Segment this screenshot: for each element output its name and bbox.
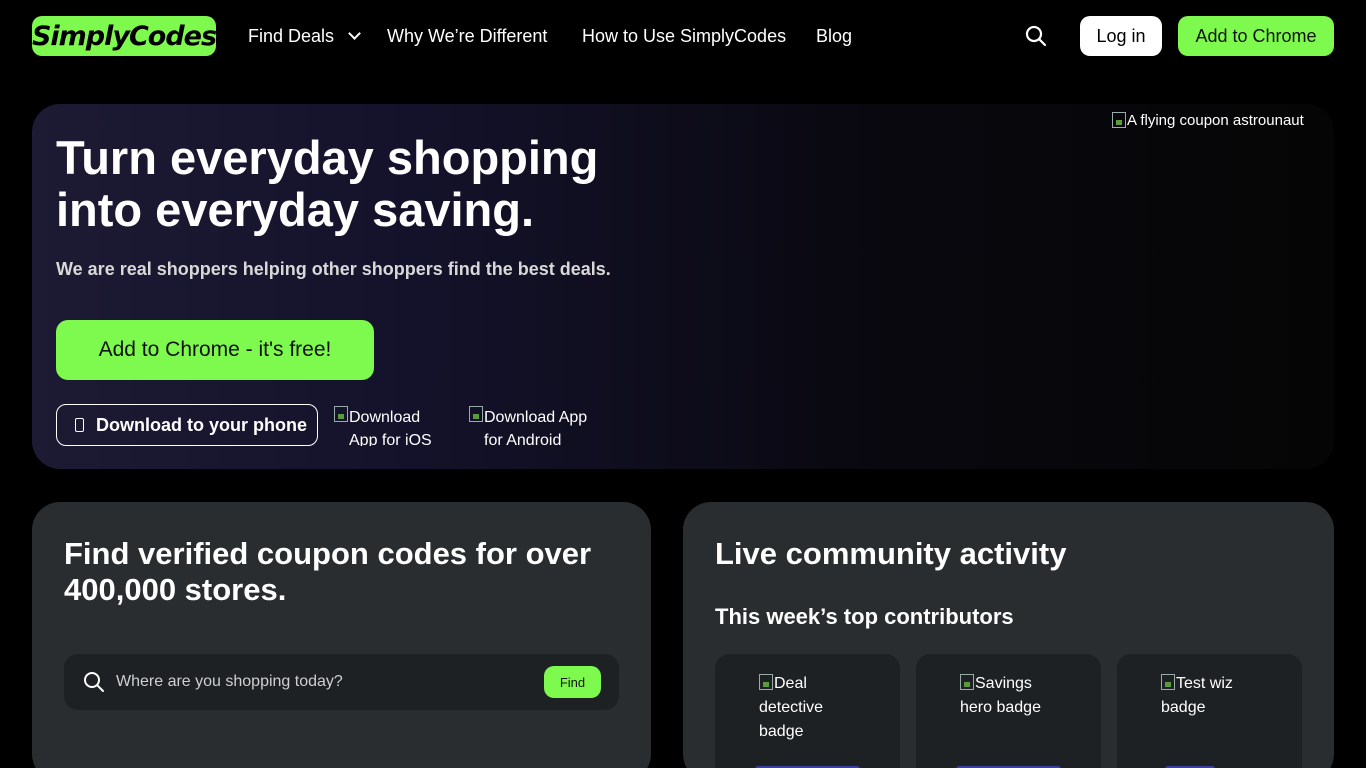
community-card-title: Live community activity [715,536,1067,571]
hero-section: Turn everyday shopping into everyday sav… [32,104,1334,469]
blog-link[interactable]: Blog [816,24,852,48]
broken-image-icon [1161,674,1175,690]
store-search-box: Find [64,654,619,710]
ios-broken-image-icon [334,406,348,422]
find-deals-label: Find Deals [248,26,335,46]
coupon-search-card: Find verified coupon codes for over 400,… [32,502,651,768]
astronaut-alt-text: A flying coupon astrounaut [1127,112,1304,129]
hero-title: Turn everyday shopping into everyday sav… [56,131,599,236]
android-play-store-link[interactable]: Download App for Android [469,406,599,446]
store-search-input[interactable] [116,654,536,710]
chevron-down-icon [348,27,361,40]
savings-hero-badge: Savings hero badge [960,672,1060,720]
astronaut-broken-image-icon [1112,112,1126,128]
add-to-chrome-button[interactable]: Add to Chrome [1178,16,1334,56]
ios-alt-text: Download App for iOS [349,409,432,446]
astronaut-image: A flying coupon astrounaut [1112,112,1304,129]
contributor-card[interactable]: Savings hero badge [916,654,1101,768]
android-broken-image-icon [469,406,483,422]
search-icon[interactable] [1024,24,1048,48]
phone-icon [75,418,84,432]
android-alt-text: Download App for Android [484,409,588,446]
find-button[interactable]: Find [544,666,601,698]
add-to-chrome-free-button[interactable]: Add to Chrome - it's free! [56,320,374,380]
top-navigation: SimplyCodes Find Deals Why We’re Differe… [0,0,1366,72]
download-to-phone-label: Download to your phone [96,414,307,435]
how-to-use-link[interactable]: How to Use SimplyCodes [582,24,786,48]
search-icon [82,670,106,694]
contributor-card[interactable]: Deal detective badge [715,654,900,768]
why-different-link[interactable]: Why We’re Different [387,24,547,48]
hero-subtitle: We are real shoppers helping other shopp… [56,259,611,279]
broken-image-icon [960,674,974,690]
coupon-card-title: Find verified coupon codes for over 400,… [64,536,592,607]
test-wiz-badge: Test wiz badge [1161,672,1261,720]
top-contributors-heading: This week’s top contributors [715,604,1014,629]
find-deals-menu[interactable]: Find Deals [248,24,361,48]
broken-image-icon [759,674,773,690]
download-to-phone-button[interactable]: Download to your phone [56,404,318,446]
simplycodes-logo[interactable]: SimplyCodes [32,16,217,56]
contributor-card[interactable]: Test wiz badge [1117,654,1302,768]
login-button[interactable]: Log in [1080,16,1162,56]
deal-detective-badge: Deal detective badge [759,672,859,744]
community-activity-card: Live community activity This week’s top … [683,502,1334,768]
ios-app-store-link[interactable]: Download App for iOS [334,406,434,446]
